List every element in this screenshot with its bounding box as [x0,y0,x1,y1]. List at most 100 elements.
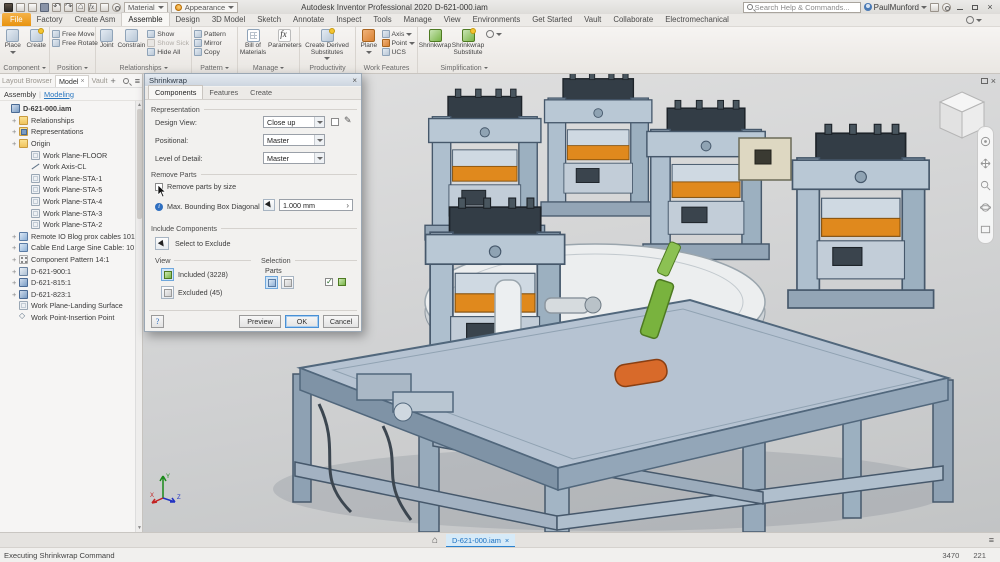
dialog-close-icon[interactable]: × [352,76,357,85]
dialog-tab-features[interactable]: Features [203,86,244,99]
expand-toggle[interactable]: + [12,255,19,264]
cancel-button[interactable]: Cancel [323,315,359,328]
ucs-button[interactable]: UCS [382,48,416,56]
ribbon-tab[interactable]: Sketch [251,13,287,26]
design-view-associative-checkbox[interactable] [331,118,339,126]
ribbon-tab[interactable]: Inspect [330,13,367,26]
zoom-icon[interactable] [980,180,991,191]
excluded-option[interactable]: Excluded (45) [161,286,222,299]
ribbon-tab[interactable]: Tools [367,13,397,26]
productivity-panel-label[interactable]: Productivity [300,63,355,73]
dialog-tab-create[interactable]: Create [244,86,278,99]
ribbon-tab[interactable]: Collaborate [607,13,659,26]
expand-toggle[interactable]: + [12,139,19,148]
shrinkwrap-button[interactable]: Shrinkwrap [420,28,450,50]
parameters-button[interactable]: Parameters [268,28,302,50]
browser-tab-model[interactable]: Model× [55,75,89,87]
constrain-button[interactable]: Constrain [117,28,145,50]
axis-button[interactable]: Axis [382,30,416,38]
tree-item[interactable]: + D-621-815:1 [0,277,135,289]
material-dropdown[interactable]: Material [124,2,168,13]
ribbon-tab[interactable]: Assemble [121,12,169,26]
component-panel-label[interactable]: Component [0,63,49,73]
preview-button[interactable]: Preview [239,315,281,328]
browser-search-icon[interactable] [123,78,129,84]
included-option[interactable]: Included (3228) [161,268,228,281]
tree-item[interactable]: Work Plane-STA-2 [0,219,135,231]
tree-item[interactable]: Work Plane-STA-1 [0,173,135,185]
home-view-icon[interactable] [76,3,85,12]
appearance-dropdown[interactable]: Appearance [171,2,238,13]
tree-item[interactable]: + Relationships [0,115,135,127]
tree-item[interactable]: + Representations [0,126,135,138]
expand-toggle[interactable]: + [12,290,19,299]
tree-item[interactable]: D-621-000.iam [0,103,135,115]
copy-button[interactable]: Copy [194,48,226,56]
relationships-panel-label[interactable]: Relationships [96,63,191,73]
spinner-icon[interactable]: › [346,201,349,210]
parts-select-button[interactable] [265,276,278,289]
plane-button[interactable]: Plane [358,28,380,54]
ribbon-tab[interactable]: Design [170,13,206,26]
expand-toggle[interactable]: + [12,116,19,125]
hide-all-button[interactable]: Hide All [147,48,189,56]
select-to-exclude-row[interactable]: Select to Exclude [155,237,231,250]
place-button[interactable]: Place [2,28,24,54]
tree-item[interactable]: + Cable End Large Sine Cable: 10 [0,242,135,254]
ribbon-tab[interactable]: Factory [31,13,69,26]
mirror-button[interactable]: Mirror [194,39,226,47]
ribbon-tab[interactable]: Environments [467,13,527,26]
selection-checkbox[interactable] [325,278,333,286]
help-icon[interactable] [942,3,951,12]
bill-of-materials-button[interactable]: Bill of Materials [240,28,266,56]
pan-icon[interactable] [980,158,991,169]
user-account-button[interactable]: PaulMunford [864,3,927,12]
design-view-select[interactable]: Close up [263,116,325,128]
tree-item[interactable]: Work Axis-CL [0,161,135,173]
expand-toggle[interactable]: + [12,278,19,287]
create-button[interactable]: Create [26,28,48,50]
dialog-tab-components[interactable]: Components [148,85,203,99]
tree-item[interactable]: Work Plane-STA-3 [0,207,135,219]
simplify-extra-button[interactable] [486,30,502,38]
close-icon[interactable]: × [81,78,85,85]
create-derived-substitutes-button[interactable]: Create Derived Substitutes [302,28,352,60]
excluded-icon-button[interactable] [161,286,174,299]
ribbon-tab[interactable]: Get Started [526,13,578,26]
minimize-button[interactable] [954,2,966,12]
scroll-down-icon[interactable]: ▼ [136,525,143,531]
orbit-icon[interactable] [980,202,991,213]
dialog-help-button[interactable]: ? [151,315,164,328]
browser-menu-icon[interactable]: ≡ [135,76,140,86]
ribbon-tab[interactable]: Create Asm [69,13,122,26]
position-panel-label[interactable]: Position [50,63,95,73]
open-file-icon[interactable] [28,3,37,12]
scrollbar-thumb[interactable] [137,109,142,219]
expand-toggle[interactable]: + [12,243,19,252]
shrinkwrap-substitute-button[interactable]: Shrinkwrap Substitute [452,28,484,56]
positional-select[interactable]: Master [263,134,325,146]
document-tab-active[interactable]: D-621-000.iam × [446,534,515,548]
doc-restore-icon[interactable] [981,78,988,84]
pattern-button[interactable]: Pattern [194,30,226,38]
measure-icon[interactable] [100,3,109,12]
mode-assembly-link[interactable]: Assembly [4,90,36,99]
design-view-edit-icon[interactable] [345,118,354,127]
joint-button[interactable]: Joint [98,28,115,50]
included-icon-button[interactable] [161,268,174,281]
doc-close-icon[interactable]: × [991,76,996,86]
tree-item[interactable]: Work Plane-Landing Surface [0,300,135,312]
new-file-icon[interactable] [16,3,25,12]
ribbon-tab[interactable]: View [438,13,467,26]
document-tab-close-icon[interactable]: × [505,536,509,545]
settings-gear-icon[interactable] [112,3,121,12]
bbox-diagonal-input[interactable]: 1.000 mm › [279,199,353,211]
expand-toggle[interactable]: + [12,232,19,241]
parts-alt-button[interactable] [281,276,294,289]
browser-tab-layout[interactable]: Layout Browser [2,76,52,85]
tab-list-menu-icon[interactable]: ≡ [989,535,994,545]
remove-parts-by-size-row[interactable]: Remove parts by size [155,182,236,191]
ribbon-tab[interactable]: Vault [578,13,607,26]
browser-scrollbar[interactable]: ▲ ▼ [135,101,142,532]
selection-green-icon[interactable] [338,278,346,286]
